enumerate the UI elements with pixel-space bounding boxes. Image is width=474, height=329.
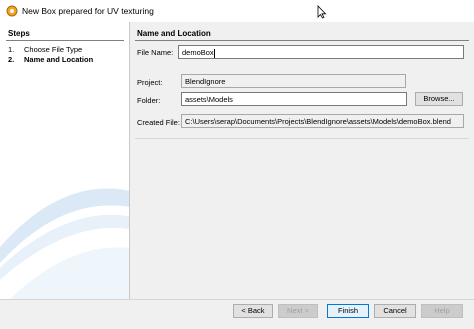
- title-bar: New Box prepared for UV texturing: [0, 0, 474, 22]
- step-label: Choose File Type: [24, 45, 83, 54]
- file-name-value: demoBox: [182, 48, 214, 57]
- next-button[interactable]: Next >: [278, 304, 318, 318]
- created-file-field: C:\Users\serap\Documents\Projects\BlendI…: [181, 114, 464, 128]
- help-button[interactable]: Help: [421, 304, 463, 318]
- section-divider: [135, 40, 469, 41]
- button-bar-divider: [0, 299, 474, 300]
- mouse-cursor-icon: [317, 5, 327, 19]
- name-location-panel: Name and Location File Name: demoBox Pro…: [131, 22, 474, 299]
- steps-divider: [6, 40, 124, 41]
- app-gear-icon: [6, 5, 18, 17]
- created-file-label: Created File:: [137, 118, 180, 127]
- window-title: New Box prepared for UV texturing: [22, 6, 154, 16]
- step-name-and-location: 2. Name and Location: [8, 55, 93, 64]
- finish-button[interactable]: Finish: [327, 304, 369, 318]
- folder-input[interactable]: assets\Models: [181, 92, 407, 106]
- step-label: Name and Location: [24, 55, 94, 64]
- steps-heading: Steps: [8, 29, 30, 38]
- cancel-button[interactable]: Cancel: [374, 304, 416, 318]
- step-number: 2.: [8, 55, 15, 64]
- step-number: 1.: [8, 45, 15, 54]
- file-name-input[interactable]: demoBox: [178, 45, 464, 59]
- back-button[interactable]: < Back: [233, 304, 273, 318]
- project-label: Project:: [137, 78, 163, 87]
- browse-button[interactable]: Browse...: [415, 92, 463, 106]
- browse-button-label: Browse...: [423, 94, 455, 103]
- folder-label: Folder:: [137, 96, 161, 105]
- text-caret: [213, 48, 215, 58]
- file-name-label: File Name:: [137, 48, 174, 57]
- section-heading: Name and Location: [137, 29, 211, 38]
- wizard-window: New Box prepared for UV texturing Steps …: [0, 0, 474, 329]
- step-choose-file-type: 1. Choose File Type: [8, 45, 82, 54]
- content-divider: [135, 138, 469, 139]
- project-field: BlendIgnore: [181, 74, 406, 88]
- steps-panel: Steps 1. Choose File Type 2. Name and Loca…: [0, 22, 130, 299]
